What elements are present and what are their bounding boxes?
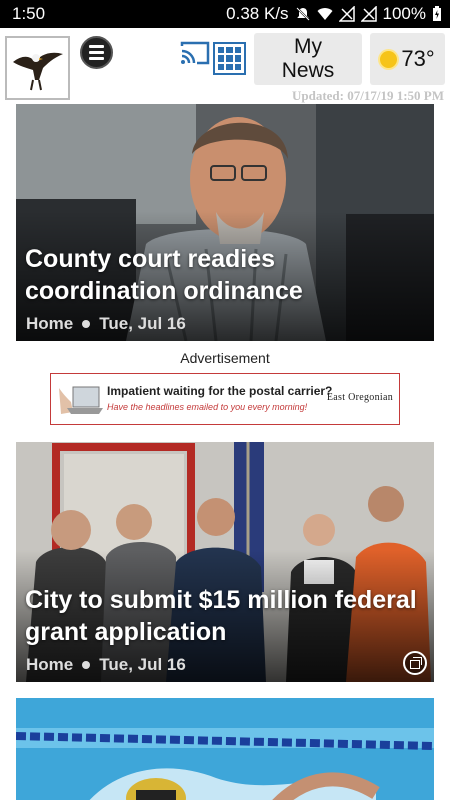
story-date: Tue, Jul 16 (99, 314, 186, 333)
story-section: Home (26, 314, 74, 333)
ad-banner[interactable]: Impatient waiting for the postal carrier… (50, 373, 400, 425)
menu-icon-bar (89, 57, 104, 60)
grid-cell (226, 47, 233, 54)
temperature: 73° (401, 46, 435, 71)
story-photo (16, 698, 434, 800)
status-right: 0.38 K/s 100% (226, 4, 442, 24)
story-date: Tue, Jul 16 (99, 655, 186, 674)
story-card[interactable] (16, 698, 434, 800)
grid-cell (226, 63, 233, 70)
eagle-logo[interactable] (5, 36, 70, 100)
story-headline[interactable]: County court readies coordination ordina… (25, 243, 424, 307)
news-feed[interactable]: County court readies coordination ordina… (0, 104, 450, 800)
network-speed: 0.38 K/s (226, 4, 289, 23)
my-news-button[interactable]: My News (254, 33, 362, 85)
story-card[interactable]: City to submit $15 million federal grant… (16, 442, 434, 682)
signal-2-icon (360, 6, 377, 22)
status-bar: 1:50 0.38 K/s 100% (0, 0, 450, 28)
menu-icon-bar (89, 51, 104, 54)
grid-cell (234, 55, 241, 62)
grid-cell (226, 55, 233, 62)
menu-button[interactable] (80, 36, 113, 69)
grid-cell (218, 55, 225, 62)
updated-timestamp: Updated: 07/17/19 1:50 PM (291, 88, 444, 103)
notifications-off-icon (295, 7, 310, 21)
story-headline[interactable]: City to submit $15 million federal grant… (25, 584, 424, 648)
separator-dot (82, 320, 91, 328)
grid-cell (234, 63, 241, 70)
grid-cell (234, 47, 241, 54)
story-card[interactable]: County court readies coordination ordina… (16, 104, 434, 341)
sun-icon (380, 50, 398, 68)
wifi-icon (317, 8, 333, 20)
cast-icon[interactable] (180, 40, 210, 66)
grid-cell (218, 47, 225, 54)
story-section: Home (26, 655, 74, 674)
app-header: My News 73° Updated: 07/17/19 1:50 PM (0, 28, 450, 104)
battery-charging-icon (433, 6, 441, 21)
my-news-label-line2: News (281, 59, 335, 82)
ad-headline: Impatient waiting for the postal carrier… (107, 384, 333, 398)
my-news-label-line1: My (294, 35, 322, 58)
grid-cell (218, 63, 225, 70)
story-meta: Home Tue, Jul 16 (26, 655, 186, 675)
ad-subline: Have the headlines emailed to you every … (107, 402, 308, 412)
ad-brand: East Oregonian (326, 392, 393, 403)
story-meta: Home Tue, Jul 16 (26, 314, 186, 334)
laptop-icon (59, 386, 103, 414)
separator-dot (82, 661, 91, 669)
eagle-icon (12, 52, 63, 91)
menu-icon-bar (89, 45, 104, 48)
status-time: 1:50 (12, 4, 46, 23)
weather-button[interactable]: 73° (370, 33, 445, 85)
advertisement-label: Advertisement (180, 350, 270, 366)
gallery-icon[interactable] (403, 651, 427, 675)
grid-view-button[interactable] (213, 42, 246, 75)
signal-icon (338, 6, 355, 22)
battery-percent: 100% (382, 4, 426, 23)
